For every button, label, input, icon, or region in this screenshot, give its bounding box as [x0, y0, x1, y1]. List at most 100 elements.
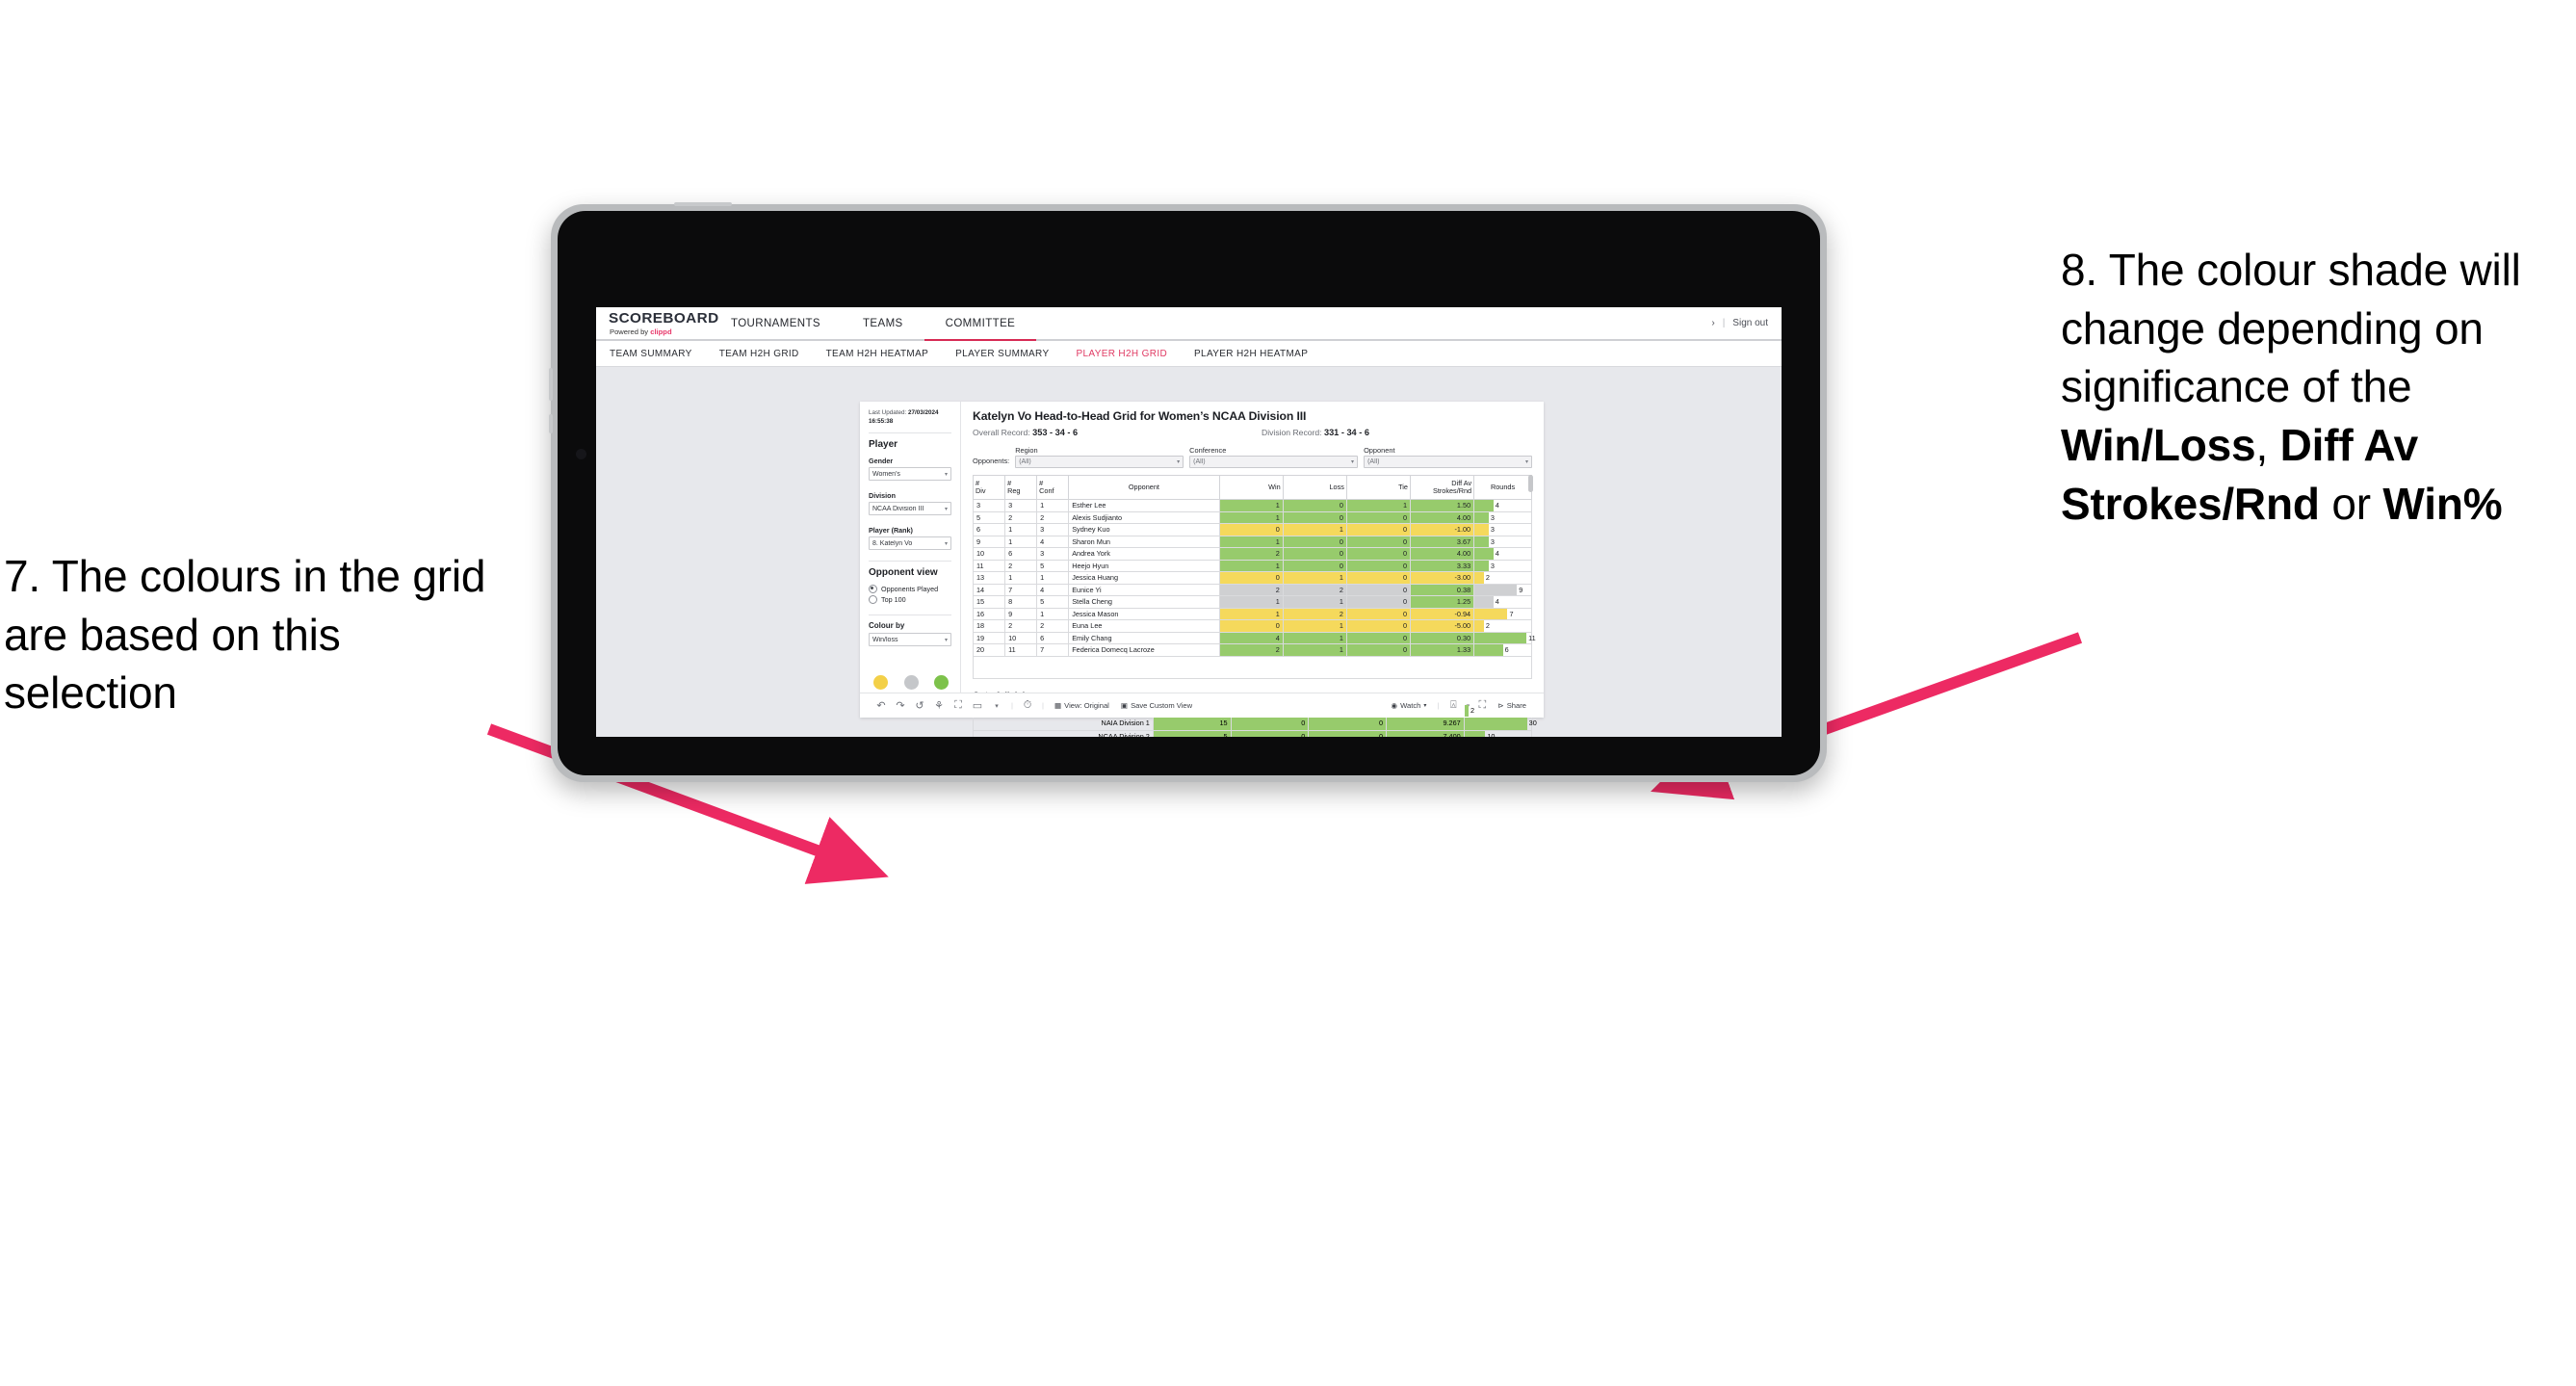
table-cell: NAIA Division 1	[973, 717, 1154, 731]
top-nav-teams[interactable]: TEAMS	[842, 307, 924, 339]
sub-tab-player-h2h-heatmap[interactable]: PLAYER H2H HEATMAP	[1194, 349, 1325, 359]
table-row[interactable]: 19 10 6 Emily Chang 4 1 0 0.30 11	[972, 631, 1536, 644]
volume-button-2[interactable]	[549, 414, 553, 433]
table-cell: 0	[1345, 595, 1412, 609]
refresh-icon[interactable]: ⚘	[929, 699, 949, 712]
table-cell: 10	[972, 547, 1006, 561]
table-row[interactable]: 10 6 3 Andrea York 2 0 0 4.00 4	[972, 547, 1532, 561]
table-cell: 9	[1004, 607, 1038, 620]
top-nav-committee[interactable]: COMMITTEE	[924, 307, 1037, 341]
conference-select[interactable]: (All) ▾	[1189, 456, 1359, 468]
table-cell: 2	[1036, 510, 1070, 524]
grid-empty-filler	[973, 656, 1532, 679]
brand-logo[interactable]: SCOREBOARD Powered by clippd	[596, 307, 718, 339]
opponent-select[interactable]: (All) ▾	[1364, 456, 1532, 468]
table-row[interactable]: 9 1 4 Sharon Mun 1 0 0 3.67 3	[972, 535, 1532, 548]
table-row[interactable]: 13 1 1 Jessica Huang 0 1 0 -3.00 2	[972, 571, 1532, 585]
overall-record: Overall Record: 353 - 34 - 6	[973, 428, 1262, 437]
table-cell: 5	[972, 510, 1006, 524]
table-cell: 2	[1282, 583, 1347, 596]
toolbar-divider-1: |	[1011, 701, 1013, 710]
sidebar-divider-2	[869, 561, 951, 562]
toolbar-divider-3: |	[1437, 701, 1440, 710]
table-row[interactable]: 14 7 4 Eunice Yi 2 2 0 0.38 9	[972, 583, 1532, 596]
gender-value: Women’s	[872, 470, 900, 478]
record-row: Overall Record: 353 - 34 - 6 Division Re…	[973, 428, 1532, 437]
watch-button[interactable]: ◉ Watch ▾	[1385, 701, 1432, 710]
sub-tab-player-summary[interactable]: PLAYER SUMMARY	[955, 349, 1066, 359]
revert-icon[interactable]: ↺	[910, 699, 929, 712]
table-cell: 3.67	[1409, 535, 1475, 548]
overall-record-label: Overall Record:	[973, 428, 1033, 437]
table-row[interactable]: 5 2 2 Alexis Sudjianto 1 0 0 4.00 3	[972, 510, 1532, 524]
table-row[interactable]: 20 11 7 Federica Domecq Lacroze 2 1 0 1.33 6	[972, 643, 1532, 657]
table-cell: 0	[1282, 499, 1347, 512]
gender-select[interactable]: Women’s ▾	[869, 467, 951, 481]
division-select[interactable]: NCAA Division III ▾	[869, 502, 951, 515]
table-cell: 1	[1282, 571, 1347, 585]
region-select[interactable]: (All) ▾	[1015, 456, 1184, 468]
table-row[interactable]: 11 2 5 Heejo Hyun 1 0 0 3.33 3	[972, 559, 1532, 572]
table-cell: 0	[1345, 547, 1412, 561]
table-row[interactable]: 15 8 5 Stella Cheng 1 1 0 1.25 4	[972, 595, 1532, 609]
top-nav-tournaments[interactable]: TOURNAMENTS	[710, 307, 842, 339]
table-cell: 11	[972, 559, 1006, 572]
table-cell: 0	[1218, 619, 1284, 633]
radio-opponents-played[interactable]: Opponents Played	[869, 585, 951, 593]
view-icon: ▦	[1054, 701, 1062, 710]
table-cell: 1	[1218, 607, 1284, 620]
colour-by-select[interactable]: Win/loss ▾	[869, 633, 951, 646]
chevron-right-icon[interactable]: ›	[1711, 318, 1714, 328]
radio-top-100[interactable]: Top 100	[869, 595, 951, 604]
grid-col-header: Opponent	[1068, 475, 1220, 500]
opponent-label: Opponent	[1364, 446, 1395, 455]
table-cell: 1	[1218, 595, 1284, 609]
table-row[interactable]: 6 1 3 Sydney Kuo 0 1 0 -1.00 3	[972, 523, 1532, 536]
table-row[interactable]: NCAA Division 2 5 0 0 7.400 10	[973, 729, 1533, 737]
table-row[interactable]: NAIA Division 1 15 0 0 9.267 30	[973, 717, 1537, 731]
table-cell: 13	[972, 571, 1006, 585]
layout-icon[interactable]: ▭	[968, 699, 987, 712]
view-original-button[interactable]: ▦ View: Original	[1049, 701, 1115, 710]
rounds-bar-cell: 30	[1463, 717, 1537, 731]
division-record-label: Division Record:	[1262, 428, 1324, 437]
table-cell: 2	[1004, 510, 1038, 524]
table-cell: 1.33	[1409, 643, 1475, 657]
undo-icon[interactable]: ↶	[872, 699, 891, 712]
save-custom-view-button[interactable]: ▣ Save Custom View	[1115, 701, 1198, 710]
grid-scrollbar[interactable]	[1528, 475, 1533, 492]
table-cell: 2	[1282, 607, 1347, 620]
table-cell: Stella Cheng	[1068, 595, 1220, 609]
download-icon[interactable]: ⍓	[1444, 699, 1463, 712]
table-cell: 4	[1218, 631, 1284, 644]
table-row[interactable]: 16 9 1 Jessica Mason 1 2 0 -0.94 7	[972, 607, 1532, 620]
sub-tab-team-summary[interactable]: TEAM SUMMARY	[610, 349, 710, 359]
opponents-label: Opponents:	[973, 457, 1010, 465]
radio-top-100-label: Top 100	[881, 595, 906, 604]
history-icon[interactable]: ⏱	[1018, 699, 1037, 712]
redo-icon[interactable]: ↷	[891, 699, 910, 712]
power-button[interactable]	[674, 202, 732, 206]
table-cell: NCAA Division 2	[973, 729, 1154, 737]
volume-button[interactable]	[549, 368, 553, 401]
sign-out-link[interactable]: Sign out	[1732, 318, 1768, 328]
sub-tab-player-h2h-grid[interactable]: PLAYER H2H GRID	[1076, 349, 1184, 359]
app-top-bar: SCOREBOARD Powered by clippd TOURNAMENTS…	[596, 307, 1782, 341]
rounds-bar-cell: 2	[1473, 619, 1532, 633]
sub-tab-team-h2h-heatmap[interactable]: TEAM H2H HEATMAP	[826, 349, 947, 359]
table-cell: Heejo Hyun	[1068, 559, 1220, 572]
table-cell: 0	[1218, 523, 1284, 536]
annotation-right-sep2: or	[2319, 478, 2383, 529]
table-row[interactable]: 3 3 1 Esther Lee 1 0 1 1.50 4	[972, 499, 1532, 512]
table-cell: 4	[1036, 583, 1070, 596]
rounds-bar-cell: 11	[1473, 631, 1536, 644]
table-cell: Eunice Yi	[1068, 583, 1220, 596]
chevron-down-icon[interactable]: ▾	[987, 702, 1006, 710]
player-rank-select[interactable]: 8. Katelyn Vo ▾	[869, 536, 951, 550]
last-updated-label: Last Updated:	[869, 409, 908, 416]
pause-icon[interactable]: ⛶	[949, 699, 968, 712]
legend-dot-level	[904, 675, 920, 690]
sub-tab-team-h2h-grid[interactable]: TEAM H2H GRID	[719, 349, 817, 359]
table-row[interactable]: 18 2 2 Euna Lee 0 1 0 -5.00 2	[972, 619, 1532, 633]
radio-icon-selected	[869, 585, 877, 593]
